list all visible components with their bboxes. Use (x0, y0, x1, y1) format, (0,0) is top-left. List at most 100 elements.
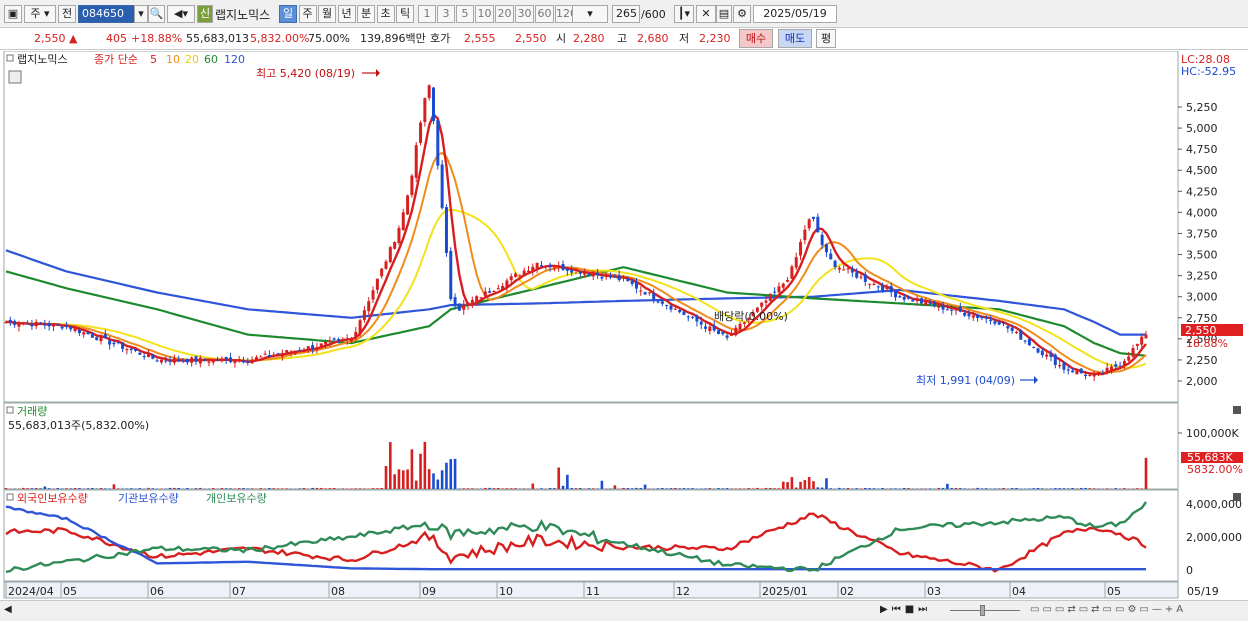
interval-2-button[interactable]: 5 (456, 5, 474, 23)
candle-body (77, 329, 81, 334)
x-axis-label: 08 (331, 585, 345, 598)
volume-bar (630, 488, 634, 489)
bid2-value: 2,550 (515, 32, 547, 45)
calculator-icon[interactable] (8, 70, 22, 84)
chart-tools-icon[interactable]: ▭▭▭⇄▭⇄▭▭⚙▭—+A (1030, 604, 1186, 615)
interval-6-button[interactable]: 60 (535, 5, 554, 23)
candle-body (267, 355, 271, 357)
code-dropdown-icon[interactable]: ▾ (134, 5, 148, 23)
interval-1-button[interactable]: 3 (437, 5, 455, 23)
prev-button[interactable]: 전 (58, 5, 76, 23)
volume-bar (1036, 487, 1040, 489)
ma10-label: 10 (166, 53, 180, 66)
volume-bar (997, 488, 1001, 489)
holding-close-icon[interactable] (1233, 493, 1241, 501)
candle-body (43, 324, 47, 326)
period-3-button[interactable]: 년 (337, 5, 356, 23)
avg-button[interactable]: 평 (816, 29, 836, 48)
candle-body (501, 286, 505, 290)
volume-bar (151, 488, 155, 489)
candle-body (52, 323, 55, 327)
candle-body (708, 326, 712, 332)
candle-body (112, 342, 116, 345)
period-6-button[interactable]: 틱 (396, 5, 414, 23)
volume-bar (298, 488, 301, 489)
period-2-button[interactable]: 월 (318, 5, 336, 23)
volume-bar (522, 488, 526, 489)
volume-bar (125, 488, 129, 489)
volume-bar (436, 479, 440, 489)
candle-body (514, 273, 518, 277)
candle-body (414, 145, 418, 178)
stock-code-input[interactable]: 084650 (78, 5, 136, 23)
candle-body (833, 260, 837, 268)
candle-body (259, 356, 263, 358)
volume-bar (790, 477, 794, 489)
volume-bar (505, 488, 509, 489)
interval-3-button[interactable]: 10 (475, 5, 494, 23)
volume-bar (812, 481, 815, 489)
current-price-tag-text: 2,550 (1185, 324, 1217, 337)
zoom-slider[interactable] (950, 610, 1020, 611)
period-4-button[interactable]: 분 (357, 5, 375, 23)
stock-chart[interactable]: 5,250 5,000 4,750 4,500 4,250 4,000 3,750 3,500… (0, 51, 1248, 600)
search-icon[interactable]: 🔍 (148, 5, 165, 23)
candle-body (151, 354, 155, 359)
candle-body (367, 301, 371, 312)
save-icon[interactable]: ▤ (716, 5, 732, 23)
candle-body (889, 286, 893, 293)
sell-button[interactable]: 매도 (778, 29, 812, 48)
layout-icon[interactable]: ▣ (4, 5, 22, 23)
volume-bar (807, 477, 811, 489)
candle-body (311, 345, 315, 349)
candle-body (928, 303, 932, 305)
count-input[interactable]: 265 (612, 5, 640, 23)
volume-bar (397, 469, 401, 489)
crosshair-icon[interactable]: ✕ (696, 5, 716, 23)
playback-controls-icon[interactable]: ▶⏮■⏭ (880, 604, 931, 615)
candle-body (505, 280, 509, 287)
candle-body (721, 332, 725, 334)
volume-bar (531, 483, 535, 489)
quote-bar: 2,550 ▲ 405 +18.88% 55,683,013 5,832.00%… (0, 28, 1248, 50)
period-0-button[interactable]: 일 (279, 5, 297, 23)
interval-5-button[interactable]: 30 (515, 5, 534, 23)
candle-body (764, 300, 768, 303)
volume-bar (829, 488, 833, 489)
candle-body (660, 301, 664, 304)
volume-bar (855, 488, 858, 489)
period-1-button[interactable]: 주 (298, 5, 317, 23)
speaker-icon[interactable]: ◀▾ (167, 5, 195, 23)
candle-body (941, 305, 945, 310)
market-select[interactable]: 주 ▾ (24, 5, 56, 23)
volume-close-icon[interactable] (1233, 406, 1241, 414)
candle-body (410, 175, 414, 195)
main-toolbar: ▣ 주 ▾ 전 084650 ▾ 🔍 ◀▾ 신 랩지노믹스 일주월년분초틱 13… (0, 0, 1248, 28)
volume-bar (414, 480, 418, 489)
interval-4-button[interactable]: 20 (495, 5, 514, 23)
candle-type-icon[interactable]: ┃▾ (674, 5, 694, 23)
gear-icon[interactable]: ⚙ (733, 5, 751, 23)
candle-body (207, 361, 211, 363)
candle-body (669, 305, 673, 310)
amount-value: 139,896백만 (360, 32, 426, 45)
date-input[interactable]: 2025/05/19 (753, 5, 837, 23)
scroll-left-icon[interactable]: ◀ (4, 604, 12, 615)
volume-bar (4, 488, 8, 489)
volume-bar (591, 488, 595, 489)
ma60-label: 60 (204, 53, 218, 66)
candle-body (242, 360, 245, 363)
candle-body (26, 323, 30, 325)
price-y-tick: 3,000 (1186, 291, 1218, 304)
x-axis-label: 06 (150, 585, 164, 598)
volume-bar (1028, 488, 1031, 489)
candle-body (997, 322, 1001, 325)
interval-0-button[interactable]: 1 (418, 5, 436, 23)
candle-body (544, 265, 548, 267)
volume-bar (639, 488, 643, 489)
period-5-button[interactable]: 초 (376, 5, 395, 23)
zoom-slider-handle[interactable] (980, 605, 985, 616)
buy-button[interactable]: 매수 (739, 29, 773, 48)
interval-dropdown[interactable]: ▾ (572, 5, 608, 23)
stock-name: 랩지노믹스 (215, 8, 271, 22)
